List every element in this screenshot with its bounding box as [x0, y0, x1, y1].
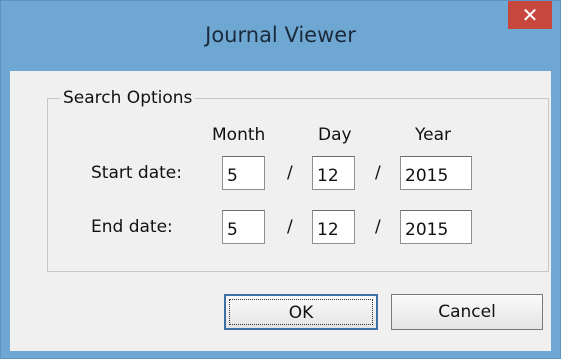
start-day-input[interactable] [312, 156, 355, 190]
date-separator: / [287, 217, 293, 237]
month-header: Month [212, 125, 266, 145]
end-year-input[interactable] [400, 210, 472, 244]
date-separator: / [287, 163, 293, 183]
search-options-group: Search Options Month Day Year Start date… [47, 88, 549, 272]
end-month-input[interactable] [222, 210, 265, 244]
search-options-legend: Search Options [60, 88, 196, 108]
ok-button[interactable]: OK [224, 294, 378, 330]
day-header: Day [318, 125, 352, 145]
year-header: Year [415, 125, 451, 145]
window-title: Journal Viewer [205, 23, 356, 47]
cancel-button[interactable]: Cancel [391, 294, 543, 330]
start-year-input[interactable] [400, 156, 472, 190]
close-icon: ✕ [521, 3, 539, 27]
focus-rectangle [229, 299, 373, 325]
journal-viewer-window: Journal Viewer ✕ Search Options Month Da… [0, 0, 561, 359]
end-date-label: End date: [91, 217, 173, 237]
title-bar[interactable]: Journal Viewer ✕ [1, 1, 560, 71]
date-separator: / [375, 163, 381, 183]
start-date-label: Start date: [91, 163, 182, 183]
close-button[interactable]: ✕ [508, 1, 552, 29]
dialog-body: Search Options Month Day Year Start date… [10, 71, 551, 351]
date-separator: / [375, 217, 381, 237]
cancel-button-label: Cancel [438, 302, 496, 322]
start-month-input[interactable] [222, 156, 265, 190]
end-day-input[interactable] [312, 210, 355, 244]
